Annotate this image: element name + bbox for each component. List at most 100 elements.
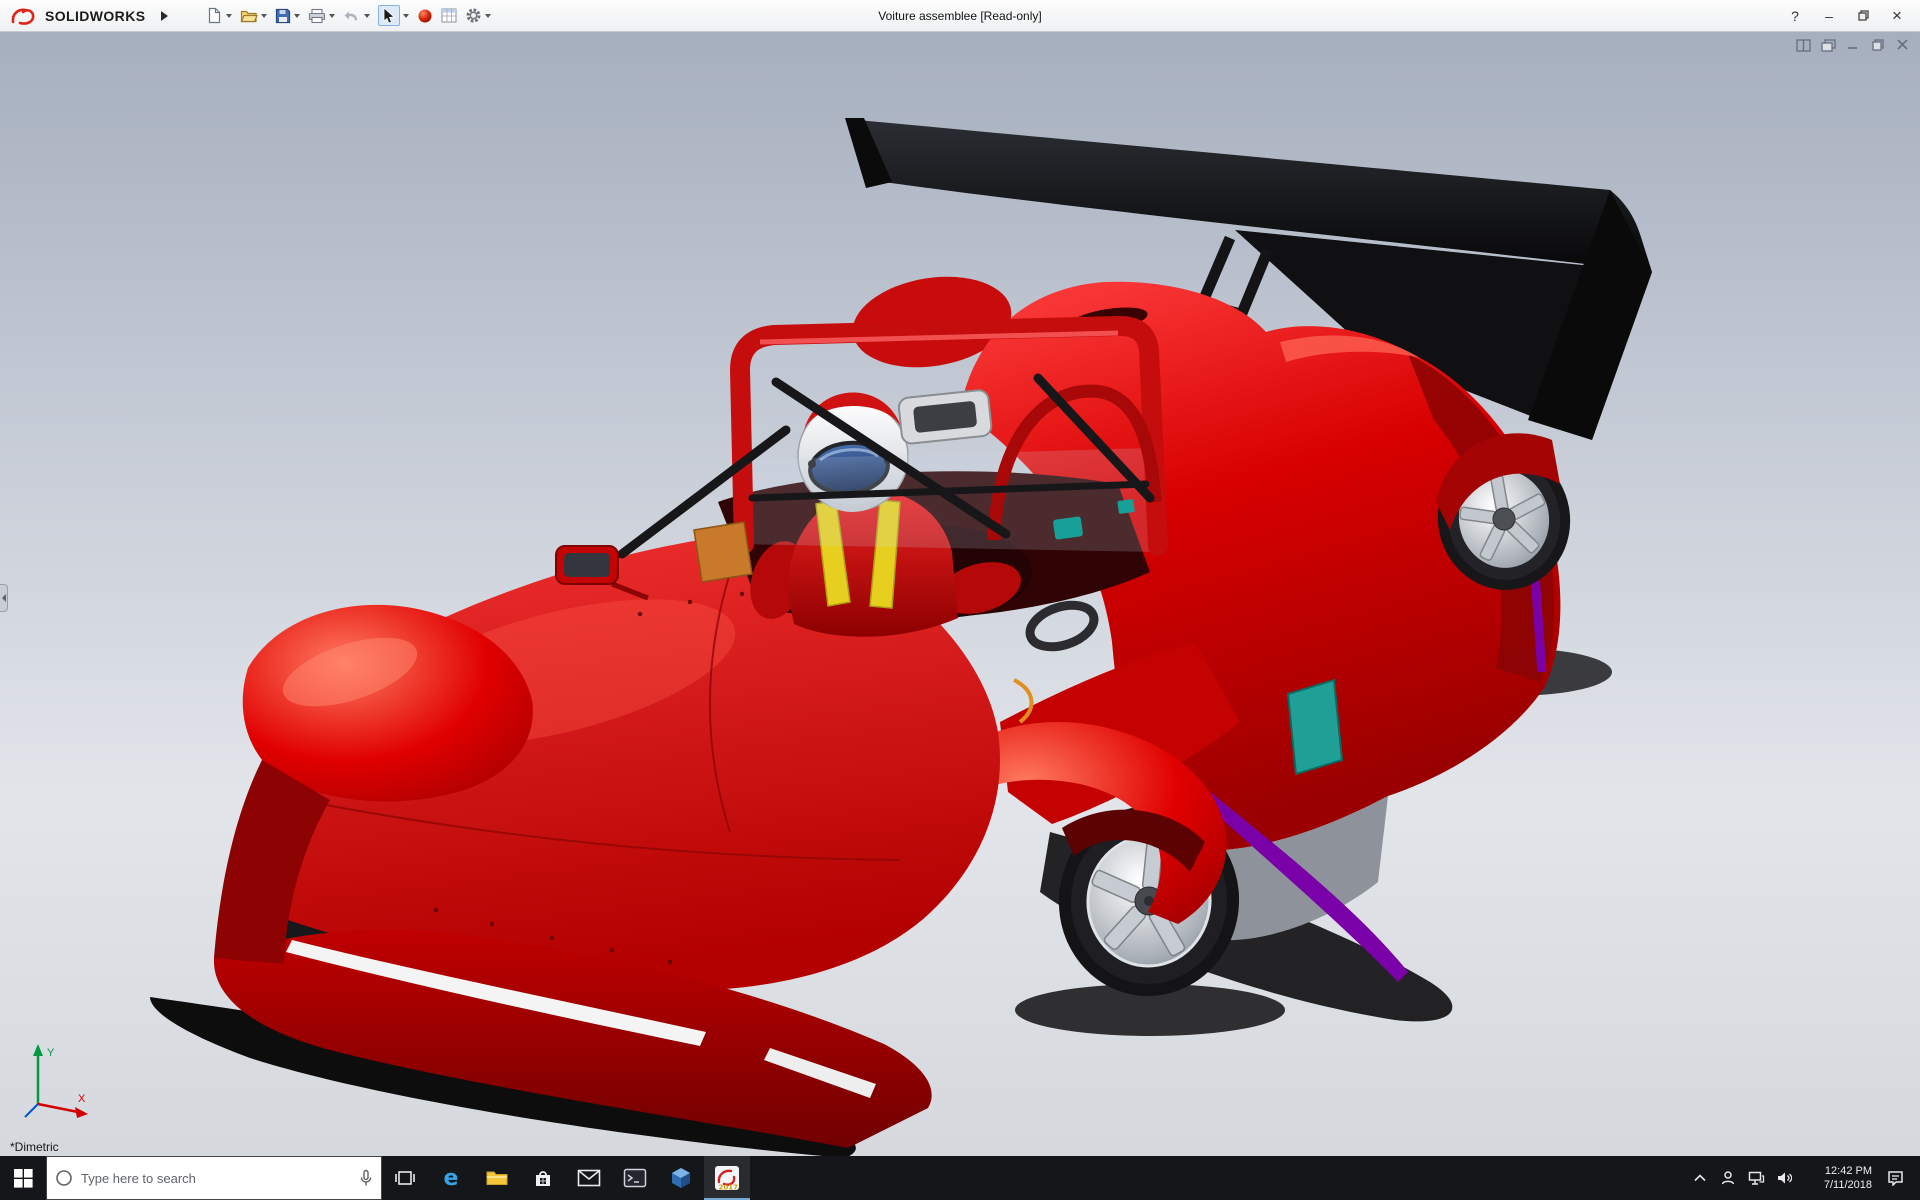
dropdown-caret-icon[interactable] bbox=[261, 14, 267, 18]
close-button[interactable]: × bbox=[1880, 0, 1914, 32]
toolbar-select-tool[interactable] bbox=[374, 2, 413, 30]
view-orientation-label: *Dimetric bbox=[10, 1140, 59, 1154]
tray-date: 7/11/2018 bbox=[1798, 1178, 1872, 1192]
taskbar-console[interactable] bbox=[612, 1156, 658, 1200]
toolbar-new-document[interactable] bbox=[202, 2, 236, 30]
tray-clock[interactable]: 12:42 PM 7/11/2018 bbox=[1798, 1164, 1876, 1193]
design-table-icon bbox=[441, 8, 457, 23]
panel-collapse-handle[interactable] bbox=[0, 584, 8, 612]
side-window-teal bbox=[1288, 680, 1342, 774]
window-controls: ? – × bbox=[1778, 0, 1920, 32]
open-document-icon bbox=[240, 8, 258, 24]
triad-x-axis-icon bbox=[75, 1107, 88, 1118]
select-tool-pressed-state bbox=[378, 5, 400, 26]
document-title: Voiture assemblee [Read-only] bbox=[878, 0, 1041, 32]
people-icon bbox=[1720, 1170, 1736, 1186]
dropdown-caret-icon[interactable] bbox=[329, 14, 335, 18]
system-tray: 12:42 PM 7/11/2018 bbox=[1686, 1156, 1920, 1200]
save-icon bbox=[275, 8, 291, 24]
taskbar-store[interactable] bbox=[520, 1156, 566, 1200]
dropdown-caret-icon[interactable] bbox=[364, 14, 370, 18]
dropdown-caret-icon[interactable] bbox=[403, 14, 409, 18]
start-button[interactable] bbox=[0, 1156, 46, 1200]
close-doc-icon[interactable] bbox=[1894, 37, 1912, 53]
search-input[interactable] bbox=[81, 1171, 359, 1186]
triad-x-label: X bbox=[78, 1093, 86, 1105]
action-center-icon bbox=[1887, 1170, 1904, 1186]
new-window-icon[interactable] bbox=[1819, 37, 1837, 53]
orange-panel bbox=[694, 522, 752, 582]
tray-volume-button[interactable] bbox=[1770, 1156, 1798, 1200]
app-name: SOLIDWORKS bbox=[45, 8, 145, 24]
periscope-intake bbox=[898, 389, 992, 444]
store-icon bbox=[532, 1167, 554, 1189]
graphics-viewport: Y X *Dimetric bbox=[0, 32, 1920, 1156]
tray-time: 12:42 PM bbox=[1798, 1164, 1872, 1178]
restore-doc-icon[interactable] bbox=[1869, 37, 1887, 53]
restore-button[interactable] bbox=[1846, 0, 1880, 32]
solidworks-menu-button[interactable]: SOLIDWORKS bbox=[0, 6, 145, 26]
taskbar: e 2017 bbox=[0, 1156, 1920, 1200]
dropdown-caret-icon[interactable] bbox=[226, 14, 232, 18]
triad-y-label: Y bbox=[47, 1047, 55, 1059]
appearance-sphere-icon bbox=[417, 8, 433, 24]
options-gear-icon bbox=[465, 7, 482, 24]
undo-icon bbox=[343, 9, 361, 23]
solidworks-logo-icon bbox=[10, 6, 40, 26]
triad-y-axis-icon bbox=[33, 1044, 43, 1056]
task-view-icon bbox=[394, 1167, 416, 1189]
minimize-button[interactable]: – bbox=[1812, 0, 1846, 32]
chevron-left-icon bbox=[2, 594, 6, 602]
microphone-icon[interactable] bbox=[359, 1169, 373, 1187]
taskbar-search[interactable] bbox=[46, 1156, 382, 1200]
taskbar-file-explorer[interactable] bbox=[474, 1156, 520, 1200]
svg-text:e: e bbox=[444, 1166, 459, 1190]
edge-icon: e bbox=[439, 1166, 463, 1190]
document-window-controls bbox=[1794, 37, 1912, 53]
toolbar-design-table[interactable] bbox=[437, 2, 461, 30]
dropdown-caret-icon[interactable] bbox=[485, 14, 491, 18]
new-document-icon bbox=[206, 7, 223, 24]
console-icon bbox=[623, 1168, 647, 1188]
network-icon bbox=[1748, 1171, 1765, 1186]
orientation-triad[interactable]: Y X bbox=[16, 1038, 100, 1126]
tray-chevron-icon bbox=[1694, 1174, 1706, 1182]
minimize-doc-icon[interactable] bbox=[1844, 37, 1862, 53]
toolbar-undo[interactable] bbox=[339, 2, 374, 30]
solidworks-window: SOLIDWORKS bbox=[0, 0, 1920, 1200]
windows-logo-icon bbox=[14, 1169, 33, 1188]
action-center-button[interactable] bbox=[1876, 1156, 1914, 1200]
windscreen-glass bbox=[736, 448, 1156, 552]
taskbar-3d-viewer[interactable] bbox=[658, 1156, 704, 1200]
race-car-model bbox=[150, 118, 1652, 1156]
menu-flyout-arrow-icon[interactable] bbox=[161, 11, 168, 21]
tray-network-button[interactable] bbox=[1742, 1156, 1770, 1200]
tray-chevron-button[interactable] bbox=[1686, 1156, 1714, 1200]
volume-icon bbox=[1776, 1171, 1792, 1185]
print-icon bbox=[308, 8, 326, 24]
tile-window-icon[interactable] bbox=[1794, 37, 1812, 53]
taskbar-solidworks[interactable]: 2017 bbox=[704, 1156, 750, 1200]
toolbar-print[interactable] bbox=[304, 2, 339, 30]
triad-z-axis-icon bbox=[25, 1104, 38, 1117]
mail-icon bbox=[577, 1169, 601, 1187]
solidworks-version-badge: 2017 bbox=[719, 1184, 739, 1192]
dropdown-caret-icon[interactable] bbox=[294, 14, 300, 18]
toolbar-options[interactable] bbox=[461, 2, 495, 30]
restore-icon bbox=[1858, 10, 1869, 21]
file-explorer-icon bbox=[485, 1168, 509, 1188]
help-button[interactable]: ? bbox=[1778, 0, 1812, 32]
titlebar: SOLIDWORKS bbox=[0, 0, 1920, 32]
taskbar-mail[interactable] bbox=[566, 1156, 612, 1200]
quick-toolbar bbox=[202, 0, 495, 32]
model-viewport-canvas[interactable] bbox=[0, 32, 1920, 1156]
toolbar-open-document[interactable] bbox=[236, 2, 271, 30]
taskbar-task-view[interactable] bbox=[382, 1156, 428, 1200]
toolbar-save[interactable] bbox=[271, 2, 304, 30]
tray-people-button[interactable] bbox=[1714, 1156, 1742, 1200]
toolbar-appearance[interactable] bbox=[413, 2, 437, 30]
solidworks-app-icon: 2017 bbox=[714, 1165, 740, 1191]
taskbar-edge[interactable]: e bbox=[428, 1156, 474, 1200]
cortana-circle-icon[interactable] bbox=[55, 1169, 73, 1187]
cube-3d-icon bbox=[670, 1166, 692, 1190]
